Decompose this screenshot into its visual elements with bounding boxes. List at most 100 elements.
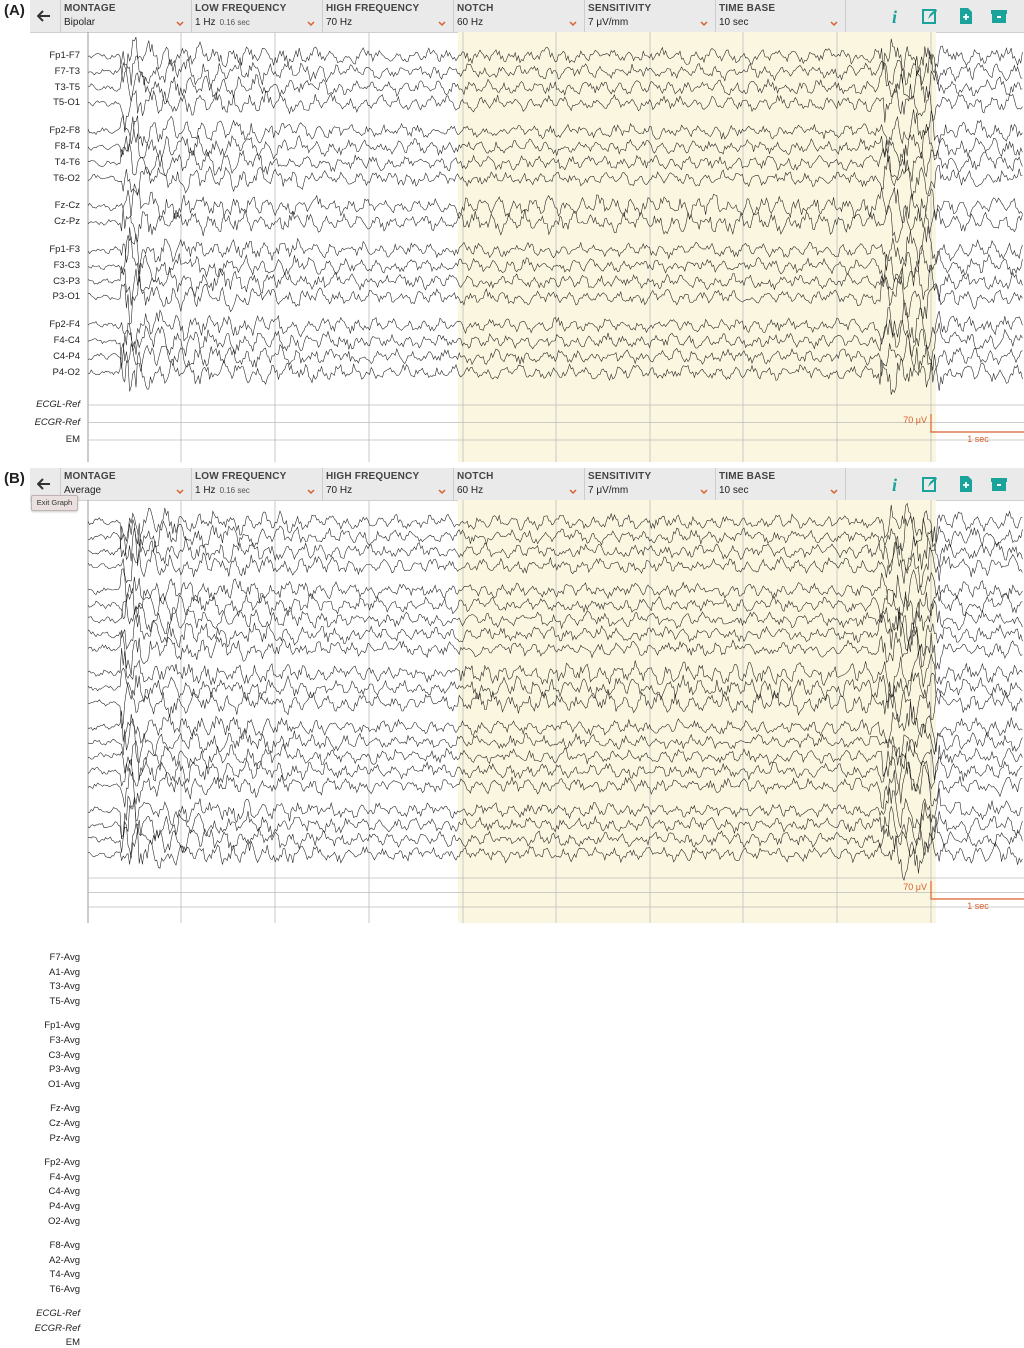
channel-label: O1-Avg xyxy=(47,1078,80,1090)
low-frequency-sub: 0.16 sec xyxy=(219,486,250,495)
aux-channel-label: ECGL-Ref xyxy=(36,1308,80,1319)
montage-label: MONTAGE xyxy=(64,3,116,14)
high-frequency-select[interactable]: HIGH FREQUENCY 70 Hz xyxy=(322,0,453,32)
channel-label: Fp1-F3 xyxy=(49,244,80,255)
notch-value: 60 Hz xyxy=(457,485,484,496)
high-frequency-label: HIGH FREQUENCY xyxy=(326,3,420,14)
channel-label: F8-Avg xyxy=(49,1240,80,1252)
channel-label: F3-C3 xyxy=(53,259,80,271)
sensitivity-label: SENSITIVITY xyxy=(588,3,652,14)
sensitivity-value: 7 μV/mm xyxy=(588,17,629,28)
channel-label: P4-Avg xyxy=(49,1201,80,1212)
add-file-icon[interactable] xyxy=(956,474,976,494)
toolbar-icons: i xyxy=(845,468,1007,500)
channel-label: Fz-Avg xyxy=(50,1103,80,1115)
time-base-label: TIME BASE xyxy=(719,471,776,482)
back-arrow-icon xyxy=(37,10,50,22)
channel-label: C3-P3 xyxy=(53,275,80,287)
low-frequency-label: LOW FREQUENCY xyxy=(195,3,287,14)
high-frequency-label: HIGH FREQUENCY xyxy=(326,471,420,482)
info-icon[interactable]: i xyxy=(886,6,906,26)
channel-label: Fp1-Avg xyxy=(44,1020,80,1032)
archive-icon[interactable] xyxy=(989,474,1009,494)
channel-label: Fp1-F7 xyxy=(49,50,80,61)
channel-label: Cz-Avg xyxy=(49,1118,80,1129)
eeg-plot[interactable]: 70 μV 1 sec xyxy=(0,32,1024,462)
channel-label: F4-Avg xyxy=(49,1171,80,1183)
channel-label: C3-Avg xyxy=(48,1049,80,1061)
montage-value: Average xyxy=(64,485,102,496)
high-frequency-select[interactable]: HIGH FREQUENCY 70 Hz xyxy=(322,468,453,500)
svg-text:i: i xyxy=(892,475,897,494)
chevron-down-icon xyxy=(438,489,446,495)
panel-letter: (A) xyxy=(4,2,25,19)
high-frequency-value: 70 Hz xyxy=(326,485,353,496)
channel-label: T3-Avg xyxy=(49,981,80,993)
sensitivity-select[interactable]: SENSITIVITY 7 μV/mm xyxy=(584,468,715,500)
archive-icon[interactable] xyxy=(989,6,1009,26)
time-base-select[interactable]: TIME BASE 10 sec xyxy=(715,0,845,32)
low-frequency-select[interactable]: LOW FREQUENCY 1 Hz 0.16 sec xyxy=(191,0,322,32)
toolbar: MONTAGE Bipolar LOW FREQUENCY 1 Hz 0.16 s… xyxy=(30,0,1024,33)
low-frequency-label: LOW FREQUENCY xyxy=(195,471,287,482)
aux-channel-label: ECGR-Ref xyxy=(34,1322,80,1334)
channel-label: C4-P4 xyxy=(53,350,80,362)
channel-label: Fp2-Avg xyxy=(44,1157,80,1169)
add-file-icon[interactable] xyxy=(956,6,976,26)
channel-label: F8-T4 xyxy=(54,141,80,152)
channel-label: F3-Avg xyxy=(49,1035,80,1046)
edit-note-icon[interactable] xyxy=(920,474,940,494)
channel-label: Fp2-F8 xyxy=(49,125,80,137)
aux-channel-label: ECGL-Ref xyxy=(36,399,80,410)
high-frequency-value: 70 Hz xyxy=(326,17,353,28)
notch-label: NOTCH xyxy=(457,471,494,482)
sensitivity-select[interactable]: SENSITIVITY 7 μV/mm xyxy=(584,0,715,32)
aux-channel-label: EM xyxy=(65,1337,80,1348)
montage-select[interactable]: MONTAGE Average xyxy=(60,468,191,500)
channel-label: F7-T3 xyxy=(54,65,80,77)
channel-label: T3-T5 xyxy=(54,81,80,93)
montage-value: Bipolar xyxy=(64,17,96,28)
notch-select[interactable]: NOTCH 60 Hz xyxy=(453,0,584,32)
channel-label: Pz-Avg xyxy=(49,1132,80,1144)
channel-label: Cz-Pz xyxy=(54,216,80,228)
scale-amplitude-label: 70 μV xyxy=(903,882,927,892)
eeg-plot[interactable]: 70 μV 1 sec xyxy=(0,500,1024,923)
channel-label: T6-O2 xyxy=(53,172,80,184)
low-frequency-value: 1 Hz xyxy=(195,485,216,496)
back-button[interactable] xyxy=(30,0,58,32)
channel-label: P4-O2 xyxy=(52,366,80,378)
chevron-down-icon xyxy=(830,21,838,27)
toolbar-icons: i xyxy=(845,0,1007,32)
chevron-down-icon xyxy=(307,489,315,495)
sensitivity-label: SENSITIVITY xyxy=(588,471,652,482)
low-frequency-sub: 0.16 sec xyxy=(219,18,250,27)
scale-bar xyxy=(930,881,1024,900)
panel-b: (B) MONTAGE Average LOW FREQUENCY 1 Hz 0.… xyxy=(0,468,1024,1348)
scale-time-label: 1 sec xyxy=(967,901,989,911)
info-icon[interactable]: i xyxy=(886,474,906,494)
time-base-select[interactable]: TIME BASE 10 sec xyxy=(715,468,845,500)
edit-note-icon[interactable] xyxy=(920,6,940,26)
channel-label: F4-C4 xyxy=(53,335,80,346)
chevron-down-icon xyxy=(176,489,184,495)
scale-amplitude-label: 70 μV xyxy=(903,415,927,425)
notch-label: NOTCH xyxy=(457,3,494,14)
chevron-down-icon xyxy=(438,21,446,27)
time-base-value: 10 sec xyxy=(719,17,749,28)
scale-bar xyxy=(930,414,1024,433)
chevron-down-icon xyxy=(830,489,838,495)
channel-label: T4-Avg xyxy=(49,1269,80,1281)
channel-label: F7-Avg xyxy=(49,952,80,963)
notch-select[interactable]: NOTCH 60 Hz xyxy=(453,468,584,500)
chevron-down-icon xyxy=(176,21,184,27)
low-frequency-value: 1 Hz xyxy=(195,17,216,28)
low-frequency-select[interactable]: LOW FREQUENCY 1 Hz 0.16 sec xyxy=(191,468,322,500)
chevron-down-icon xyxy=(700,21,708,27)
channel-label: P3-O1 xyxy=(52,291,80,303)
channel-label: A2-Avg xyxy=(49,1254,80,1266)
chevron-down-icon xyxy=(569,489,577,495)
back-arrow-icon xyxy=(37,478,50,490)
montage-select[interactable]: MONTAGE Bipolar xyxy=(60,0,191,32)
notch-value: 60 Hz xyxy=(457,17,484,28)
